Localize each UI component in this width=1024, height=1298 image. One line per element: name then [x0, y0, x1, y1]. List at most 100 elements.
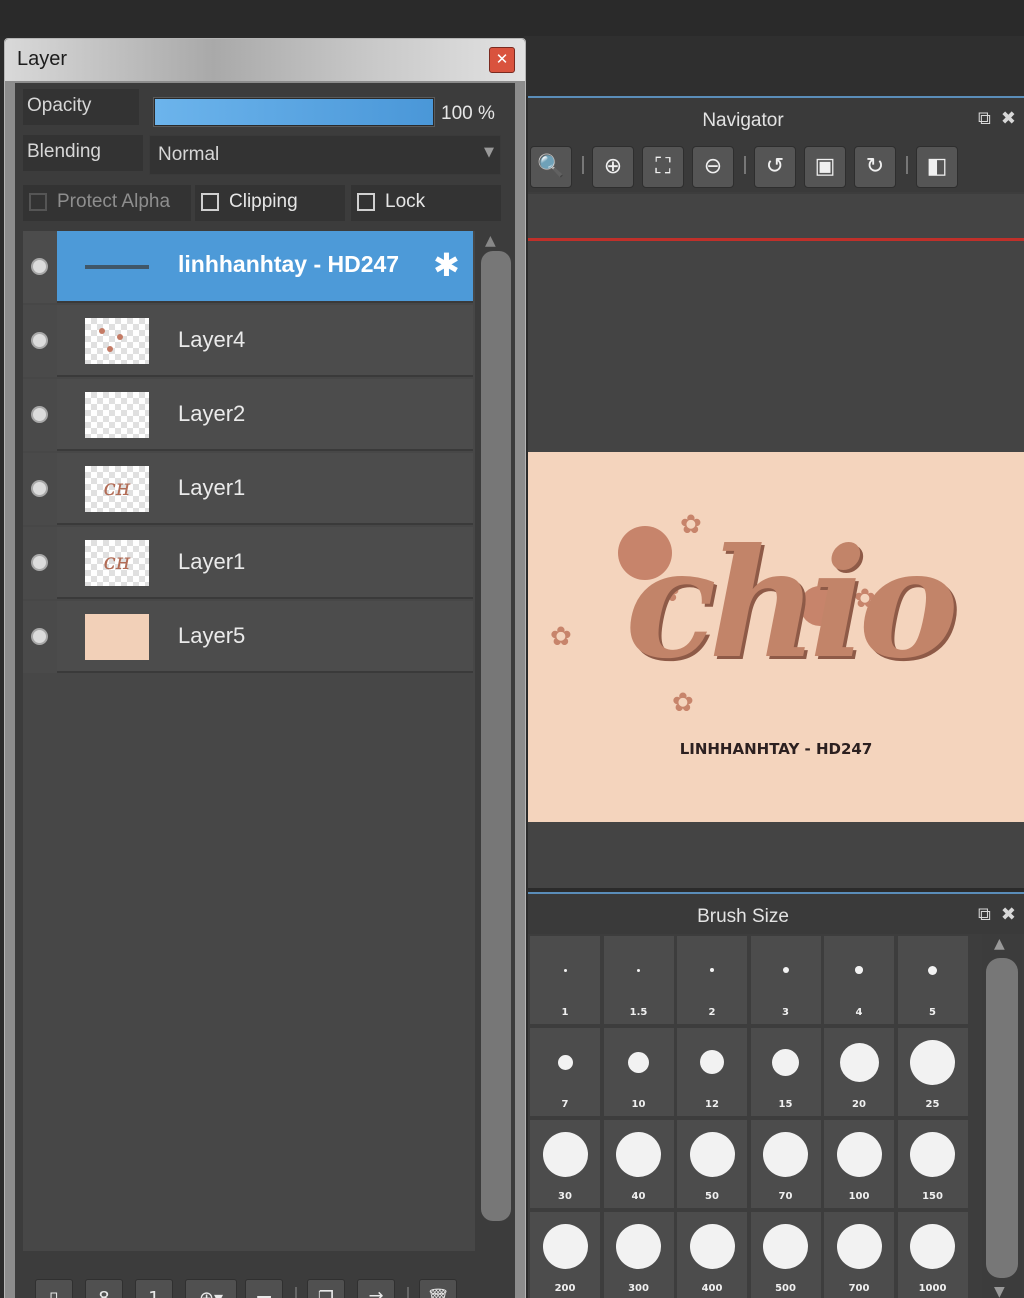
brush-size-cell[interactable]: 5: [897, 936, 968, 1024]
layer-row[interactable]: Layer5: [23, 601, 473, 673]
brush-size-cell[interactable]: 1000: [897, 1212, 968, 1298]
layer-window: Layer ✕ Opacity 100 % Blending Normal ▼ …: [4, 38, 526, 1298]
brush-size-cell[interactable]: 12: [677, 1028, 747, 1116]
lock-box: [357, 193, 375, 211]
brush-size-cell[interactable]: 70: [750, 1120, 821, 1208]
brush-dot: [855, 966, 863, 974]
brush-size-label: 500: [775, 1283, 796, 1294]
brush-size-cell[interactable]: 300: [603, 1212, 674, 1298]
brush-size-cell[interactable]: 50: [677, 1120, 747, 1208]
layer-row[interactable]: ᴄʜ Layer1: [23, 527, 473, 599]
brush-size-cell[interactable]: 7: [530, 1028, 600, 1116]
brush-size-cell[interactable]: 25: [897, 1028, 968, 1116]
brush-size-cell[interactable]: 700: [824, 1212, 894, 1298]
visibility-toggle-icon[interactable]: [31, 332, 48, 349]
navigator-panel: Navigator ⧉ ✖ 🔍 ⊕ ⛶ ⊖ ↺ ▣ ↻ ◧ ✿ ✿ ✿ ✿ ✿ …: [528, 96, 1024, 897]
brush-size-label: 70: [778, 1191, 793, 1202]
close-icon[interactable]: ✖: [1001, 108, 1016, 129]
brush-dot: [689, 1223, 735, 1269]
rotate-right-icon[interactable]: ↻: [854, 146, 896, 188]
visibility-toggle-icon[interactable]: [31, 406, 48, 423]
clipping-checkbox[interactable]: Clipping: [195, 185, 345, 221]
fit-screen-icon[interactable]: ⛶: [642, 146, 684, 188]
protect-alpha-box: [29, 193, 47, 211]
brush-size-cell[interactable]: 1: [530, 936, 600, 1024]
brush-size-cell[interactable]: 4: [824, 936, 894, 1024]
lock-checkbox[interactable]: Lock: [351, 185, 501, 221]
popout-icon[interactable]: ⧉: [978, 108, 991, 129]
flip-icon[interactable]: ◧: [916, 146, 958, 188]
brush-size-cell[interactable]: 400: [677, 1212, 747, 1298]
thumbnail-text-line: [85, 265, 149, 269]
layer-row[interactable]: linhhanhtay - HD247 ✱: [23, 231, 473, 303]
scrollbar-thumb[interactable]: [481, 251, 511, 1221]
gear-icon[interactable]: ✱: [433, 249, 460, 281]
visibility-toggle-icon[interactable]: [31, 554, 48, 571]
thumbnail-art: ᴄʜ: [103, 476, 131, 501]
duplicate-layer-icon[interactable]: ❐: [307, 1279, 345, 1298]
brush-dot: [928, 965, 937, 975]
brush-size-cell[interactable]: 100: [824, 1120, 894, 1208]
layer-row[interactable]: Layer2: [23, 379, 473, 451]
new-1bit-layer-icon[interactable]: 1: [135, 1279, 173, 1298]
brush-dot: [910, 1039, 955, 1085]
protect-alpha-checkbox[interactable]: Protect Alpha: [23, 185, 191, 221]
brush-dot: [763, 1131, 808, 1177]
scroll-up-icon[interactable]: ▲: [994, 936, 1005, 952]
zoom-in-icon[interactable]: ⊕: [592, 146, 634, 188]
brush-size-cell[interactable]: 1.5: [603, 936, 674, 1024]
brush-dot: [563, 968, 567, 972]
brush-size-cell[interactable]: 15: [750, 1028, 821, 1116]
new-folder-icon[interactable]: ▬: [245, 1279, 283, 1298]
toolbar-separator: [582, 156, 584, 174]
brush-dot: [836, 1131, 882, 1177]
brush-size-cell[interactable]: 40: [603, 1120, 674, 1208]
zoom-fit-icon[interactable]: 🔍: [530, 146, 572, 188]
add-layer-dropdown-icon[interactable]: ⊕▾: [185, 1279, 237, 1298]
layer-row[interactable]: Layer4: [23, 305, 473, 377]
brush-dot: [836, 1223, 882, 1269]
visibility-toggle-icon[interactable]: [31, 258, 48, 275]
scroll-down-icon[interactable]: ▼: [994, 1284, 1005, 1298]
scrollbar-thumb[interactable]: [986, 958, 1018, 1278]
layer-list-scrollbar[interactable]: ▲ ▼: [477, 231, 511, 1289]
brush-size-cell[interactable]: 500: [750, 1212, 821, 1298]
blending-label: Blending: [23, 135, 143, 171]
popout-icon[interactable]: ⧉: [978, 904, 991, 925]
new-layer-icon[interactable]: ▯: [35, 1279, 73, 1298]
layer-name: Layer1: [178, 475, 246, 500]
brush-size-cell[interactable]: 30: [530, 1120, 600, 1208]
brush-size-cell[interactable]: 10: [603, 1028, 674, 1116]
new-8bit-layer-icon[interactable]: 8: [85, 1279, 123, 1298]
close-icon[interactable]: ✕: [489, 47, 515, 73]
brush-size-label: 1000: [918, 1283, 947, 1294]
protect-alpha-label: Protect Alpha: [57, 191, 171, 212]
close-icon[interactable]: ✖: [1001, 904, 1016, 925]
brush-dot: [910, 1223, 955, 1269]
layer-row[interactable]: ᴄʜ Layer1: [23, 453, 473, 525]
actual-size-icon[interactable]: ▣: [804, 146, 846, 188]
zoom-out-icon[interactable]: ⊖: [692, 146, 734, 188]
merge-layer-icon[interactable]: ⇉: [357, 1279, 395, 1298]
brush-size-cell[interactable]: 2: [677, 936, 747, 1024]
brush-size-label: 12: [705, 1099, 719, 1110]
brush-size-cell[interactable]: 200: [530, 1212, 600, 1298]
layer-window-titlebar[interactable]: Layer ✕: [5, 39, 525, 81]
brush-size-scrollbar[interactable]: ▲ ▼: [982, 934, 1022, 1298]
brush-size-label: 700: [848, 1283, 870, 1294]
brush-size-cell[interactable]: 3: [750, 936, 821, 1024]
rotate-left-icon[interactable]: ↺: [754, 146, 796, 188]
opacity-slider[interactable]: [153, 97, 435, 127]
brush-size-label: 400: [701, 1283, 723, 1294]
visibility-toggle-icon[interactable]: [31, 628, 48, 645]
blending-select[interactable]: Normal ▼: [149, 135, 501, 175]
navigator-view[interactable]: ✿ ✿ ✿ ✿ ✿ chio LINHHANHTAY - HD247: [528, 194, 1024, 897]
visibility-toggle-icon[interactable]: [31, 480, 48, 497]
brush-size-label: 25: [925, 1099, 940, 1110]
brush-size-label: 40: [631, 1191, 646, 1202]
scroll-up-icon[interactable]: ▲: [485, 233, 496, 249]
brush-size-label: 150: [922, 1191, 943, 1202]
brush-size-cell[interactable]: 150: [897, 1120, 968, 1208]
brush-size-cell[interactable]: 20: [824, 1028, 894, 1116]
delete-layer-icon[interactable]: 🗑: [419, 1279, 457, 1298]
